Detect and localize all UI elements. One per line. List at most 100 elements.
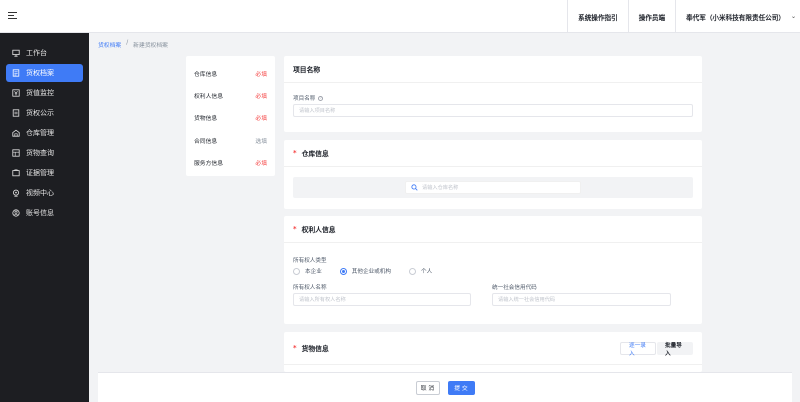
step-label: 合同信息	[194, 138, 218, 145]
top-bar: 系统操作指引 操作员端 奉代军（小米科技有限责任公司） ⌄	[0, 0, 800, 33]
sidebar-item-label: 货值监控	[26, 89, 54, 97]
breadcrumb-separator: /	[126, 40, 129, 46]
step-contract[interactable]: 合同信息 选填	[194, 129, 267, 151]
radio-label: 本企业	[305, 269, 322, 275]
cancel-button[interactable]: 取 消	[415, 380, 440, 395]
goods-actions: 逐一录入 批量导入	[620, 342, 693, 357]
archive-icon	[12, 69, 20, 77]
top-bar-actions: 系统操作指引 操作员端 奉代军（小米科技有限责任公司） ⌄	[567, 0, 800, 33]
project-card: 项目名称 项目名称? 请输入项目名称	[284, 56, 702, 132]
video-icon	[12, 189, 20, 197]
sidebar-item-value-monitor[interactable]: 货值监控	[6, 84, 83, 102]
breadcrumb: 货权档案 / 新建货权档案	[98, 40, 168, 49]
input-placeholder: 请输入仓库名称	[422, 185, 459, 191]
credit-code-label: 统一社会信用代码	[492, 285, 537, 291]
optional-tag: 选填	[255, 138, 267, 145]
value-icon	[12, 89, 20, 97]
card-title-text: 权利人信息	[301, 226, 336, 234]
step-label: 服务方信息	[194, 161, 223, 168]
sidebar-item-evidence[interactable]: 证据管理	[6, 164, 83, 182]
owner-name-label: 所有权人名称	[293, 285, 327, 291]
project-name-label: 项目名称?	[293, 94, 324, 102]
sidebar-item-label: 货权档案	[26, 69, 54, 77]
step-owner[interactable]: 权利人信息 必填	[194, 84, 267, 106]
sidebar-item-workbench[interactable]: 工作台	[6, 44, 83, 62]
step-service[interactable]: 服务方信息 必填	[194, 152, 267, 174]
desktop-icon	[12, 49, 20, 57]
owner-type-group: 本企业 其他企业或机构 个人	[293, 267, 432, 275]
owner-type-label: 所有权人类型	[293, 258, 327, 264]
card-title-text: 项目名称	[293, 66, 321, 74]
menu-toggle-icon[interactable]	[8, 12, 17, 20]
input-placeholder: 请输入所有权人名称	[299, 297, 346, 303]
required-tag: 必填	[255, 71, 267, 78]
breadcrumb-root[interactable]: 货权档案	[98, 40, 121, 49]
step-label: 仓库信息	[194, 71, 218, 78]
user-name: 奉代军（小米科技有限责任公司）	[686, 13, 785, 22]
step-label: 权利人信息	[194, 94, 223, 101]
required-star: *	[293, 225, 297, 233]
goods-card: * 货物信息 逐一录入 批量导入	[284, 332, 702, 372]
role-switch[interactable]: 操作员端	[627, 0, 675, 33]
radio-label: 其他企业或机构	[351, 269, 391, 275]
required-tag: 必填	[255, 161, 267, 168]
batch-import-button[interactable]: 批量导入	[657, 342, 693, 357]
project-name-input[interactable]: 请输入项目名称	[293, 104, 693, 117]
add-one-button[interactable]: 逐一录入	[620, 342, 656, 357]
warehouse-search-area: 请输入仓库名称	[293, 177, 693, 198]
radio-dot	[408, 267, 416, 275]
sidebar-item-notice[interactable]: 货权公示	[6, 104, 83, 122]
required-tag: 必填	[255, 116, 267, 123]
warehouse-icon	[12, 129, 20, 137]
required-star: *	[293, 149, 297, 157]
sidebar-item-account[interactable]: 账号信息	[6, 204, 83, 222]
input-placeholder: 请输入统一社会信用代码	[498, 297, 556, 303]
project-card-title: 项目名称	[284, 56, 702, 83]
breadcrumb-current: 新建货权档案	[133, 43, 168, 49]
required-star: *	[293, 344, 297, 352]
card-title-text: 仓库信息	[301, 150, 329, 158]
submit-button[interactable]: 提 交	[447, 380, 475, 395]
chevron-down-icon: ⌄	[790, 13, 796, 20]
step-goods[interactable]: 货物信息 必填	[194, 107, 267, 129]
warehouse-card-title: * 仓库信息	[284, 140, 702, 167]
sidebar: 工作台 货权档案 货值监控 货权公示 仓库管理 货物查询 证据管理 视频中心 账…	[0, 33, 89, 402]
radio-dot-selected	[339, 267, 347, 275]
help-icon[interactable]: ?	[318, 95, 324, 101]
sidebar-item-label: 工作台	[26, 49, 47, 57]
notice-icon	[12, 109, 20, 117]
sidebar-item-video[interactable]: 视频中心	[6, 184, 83, 202]
account-icon	[12, 209, 20, 217]
owner-type-other[interactable]: 其他企业或机构	[339, 267, 391, 275]
credit-code-input[interactable]: 请输入统一社会信用代码	[492, 293, 671, 306]
user-menu[interactable]: 奉代军（小米科技有限责任公司） ⌄	[675, 0, 800, 33]
input-placeholder: 请输入项目名称	[299, 108, 336, 114]
sidebar-item-label: 货权公示	[26, 109, 54, 117]
owner-type-self[interactable]: 本企业	[293, 267, 322, 275]
owner-name-input[interactable]: 请输入所有权人名称	[293, 293, 471, 306]
radio-label: 个人	[420, 269, 433, 275]
owner-card: * 权利人信息 所有权人类型 本企业 其他企业或机构 个人 所有权人名称 请输入…	[284, 216, 702, 324]
step-warehouse[interactable]: 仓库信息 必填	[194, 62, 267, 84]
radio-dot	[293, 267, 300, 275]
guide-link[interactable]: 系统操作指引	[567, 0, 628, 33]
sidebar-item-warehouse[interactable]: 仓库管理	[6, 124, 83, 142]
evidence-icon	[12, 169, 20, 177]
section-nav: 仓库信息 必填 权利人信息 必填 货物信息 必填 合同信息 选填 服务方信息 必…	[186, 56, 275, 176]
owner-type-person[interactable]: 个人	[408, 267, 433, 275]
search-icon	[411, 184, 418, 191]
warehouse-card: * 仓库信息 请输入仓库名称	[284, 140, 702, 209]
sidebar-item-archive[interactable]: 货权档案	[6, 64, 83, 82]
sidebar-item-label: 账号信息	[26, 209, 54, 217]
sidebar-item-label: 证据管理	[26, 169, 54, 177]
form-footer: 取 消 提 交	[98, 372, 792, 402]
sidebar-item-label: 视频中心	[26, 189, 54, 197]
card-title-text: 货物信息	[301, 345, 329, 353]
warehouse-search-input[interactable]: 请输入仓库名称	[405, 181, 581, 194]
sidebar-item-goods-search[interactable]: 货物查询	[6, 144, 83, 162]
step-label: 货物信息	[194, 116, 218, 123]
sidebar-item-label: 货物查询	[26, 149, 54, 157]
field-label: 项目名称	[293, 96, 316, 102]
owner-card-title: * 权利人信息	[284, 216, 702, 243]
sidebar-item-label: 仓库管理	[26, 129, 54, 137]
